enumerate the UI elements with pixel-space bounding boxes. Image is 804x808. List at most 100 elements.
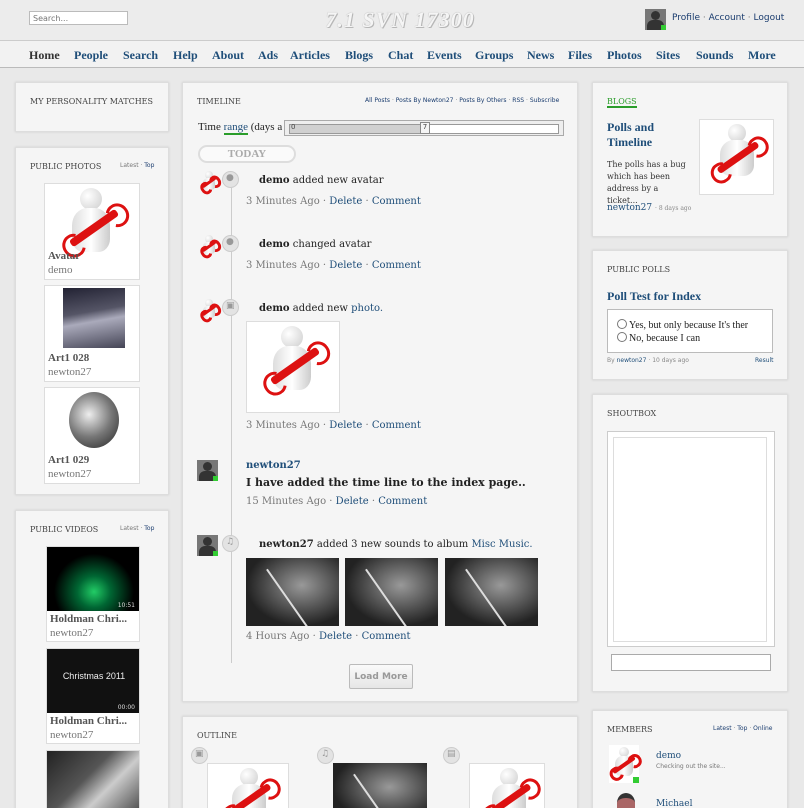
nav-people[interactable]: People: [74, 48, 108, 63]
range-link[interactable]: range: [223, 121, 249, 135]
wrench-figure-icon: [261, 326, 327, 408]
video-card[interactable]: [46, 750, 140, 808]
latest-link[interactable]: Latest: [120, 525, 139, 532]
profile-link[interactable]: Profile: [672, 13, 700, 23]
slider-handle[interactable]: 7: [420, 122, 430, 134]
entry-link[interactable]: photo.: [351, 303, 383, 314]
poll-option[interactable]: No, because I can: [617, 332, 700, 344]
subscribe-link[interactable]: Subscribe: [530, 97, 559, 104]
entry-meta: 3 Minutes Ago · Delete · Comment: [246, 260, 421, 271]
time-range-slider[interactable]: 0 7: [284, 120, 564, 136]
account-link[interactable]: Account: [709, 13, 745, 23]
wrench-figure-icon: [60, 188, 126, 276]
wrench-avatar-icon[interactable]: [199, 299, 219, 321]
comment-link[interactable]: Comment: [372, 196, 421, 207]
shoutbox-scroll-area[interactable]: [613, 437, 767, 642]
nav-sounds[interactable]: Sounds: [696, 48, 733, 63]
nav-news[interactable]: News: [527, 48, 554, 63]
wrench-avatar-icon[interactable]: [199, 171, 219, 193]
member-name[interactable]: demo: [656, 751, 681, 761]
member-name[interactable]: Michael: [656, 799, 693, 808]
panel-title[interactable]: BLOGS: [607, 97, 637, 108]
nav-files[interactable]: Files: [568, 48, 592, 63]
all-posts-link[interactable]: All Posts: [365, 97, 390, 104]
entry-user[interactable]: newton27: [259, 539, 314, 550]
photo-card[interactable]: Avatar demo: [44, 183, 140, 280]
top-link[interactable]: Top: [144, 162, 154, 169]
entry-user[interactable]: newton27: [246, 460, 301, 471]
blog-author[interactable]: newton27: [607, 203, 652, 213]
blog-post-title[interactable]: Polls and Timeline: [607, 120, 692, 150]
delete-link[interactable]: Delete: [329, 196, 362, 207]
comment-link[interactable]: Comment: [362, 631, 411, 642]
posts-by-others-link[interactable]: Posts By Others: [459, 97, 506, 104]
member-avatar[interactable]: [609, 745, 639, 783]
video-duration: 10:51: [117, 602, 135, 609]
nav-events[interactable]: Events: [427, 48, 462, 63]
nav-about[interactable]: About: [212, 48, 244, 63]
outline-sound[interactable]: [333, 763, 427, 808]
nav-blogs[interactable]: Blogs: [345, 48, 373, 63]
album-link[interactable]: Misc Music.: [471, 539, 532, 550]
nav-groups[interactable]: Groups: [475, 48, 513, 63]
video-card[interactable]: Christmas 2011 00:00 Holdman Chri... new…: [46, 648, 140, 744]
poll-title[interactable]: Poll Test for Index: [607, 289, 701, 304]
poll-author[interactable]: newton27: [617, 357, 647, 364]
nav-help[interactable]: Help: [173, 48, 198, 63]
load-more-button[interactable]: Load More: [349, 664, 413, 689]
video-card[interactable]: 10:51 Holdman Chri... newton27: [46, 546, 140, 642]
blog-thumbnail[interactable]: [699, 119, 774, 195]
nav-articles[interactable]: Articles: [290, 48, 330, 63]
comment-link[interactable]: Comment: [378, 496, 427, 507]
latest-link[interactable]: Latest: [120, 162, 139, 169]
nav-more[interactable]: More: [748, 48, 776, 63]
user-avatar[interactable]: [197, 460, 218, 481]
entry-photo[interactable]: [246, 321, 340, 413]
comment-link[interactable]: Comment: [372, 420, 421, 431]
wrench-figure-icon: [222, 768, 278, 808]
nav-ads[interactable]: Ads: [258, 48, 278, 63]
shoutbox-input[interactable]: [611, 654, 771, 671]
nav-photos[interactable]: Photos: [607, 48, 642, 63]
outline-article[interactable]: [469, 763, 545, 808]
entry-user[interactable]: demo: [259, 303, 290, 314]
latest-link[interactable]: Latest: [713, 725, 732, 732]
poll-option[interactable]: Yes, but only because It's ther: [617, 319, 748, 331]
art-thumbnail: [63, 288, 125, 348]
top-link[interactable]: Top: [737, 725, 747, 732]
poll-results-link[interactable]: Result: [755, 357, 774, 364]
logout-link[interactable]: Logout: [754, 13, 785, 23]
outline-photo[interactable]: [207, 763, 289, 808]
shoutbox-messages: [607, 431, 775, 647]
top-link[interactable]: Top: [144, 525, 154, 532]
nav-search[interactable]: Search: [123, 48, 158, 63]
wrench-avatar-icon[interactable]: [199, 235, 219, 257]
online-link[interactable]: Online: [753, 725, 772, 732]
rss-link[interactable]: RSS: [512, 97, 524, 104]
member-avatar[interactable]: [617, 793, 635, 808]
site-title[interactable]: 7.1 SVN 17300: [300, 7, 500, 33]
delete-link[interactable]: Delete: [329, 420, 362, 431]
nav-sites[interactable]: Sites: [656, 48, 680, 63]
entry-user[interactable]: demo: [259, 239, 290, 250]
nav-chat[interactable]: Chat: [388, 48, 413, 63]
radio-button[interactable]: [617, 332, 627, 342]
photo-card[interactable]: Art1 028 newton27: [44, 285, 140, 382]
sound-thumbnail[interactable]: [246, 558, 339, 626]
radio-button[interactable]: [617, 319, 627, 329]
sound-thumbnail[interactable]: [445, 558, 538, 626]
user-avatar[interactable]: [645, 9, 666, 30]
entry-user[interactable]: demo: [259, 175, 290, 186]
delete-link[interactable]: Delete: [329, 260, 362, 271]
user-avatar[interactable]: [197, 535, 218, 556]
photo-card[interactable]: Art1 029 newton27: [44, 387, 140, 484]
delete-link[interactable]: Delete: [336, 496, 369, 507]
entry-meta: 15 Minutes Ago · Delete · Comment: [246, 496, 428, 507]
comment-link[interactable]: Comment: [372, 260, 421, 271]
sound-thumbnail[interactable]: [345, 558, 438, 626]
posts-by-owner-link[interactable]: Posts By Newton27: [396, 97, 454, 104]
nav-home[interactable]: Home: [29, 48, 60, 63]
search-input[interactable]: [29, 11, 128, 25]
delete-link[interactable]: Delete: [319, 631, 352, 642]
panel-links: Latest · Top · Online: [713, 725, 773, 732]
